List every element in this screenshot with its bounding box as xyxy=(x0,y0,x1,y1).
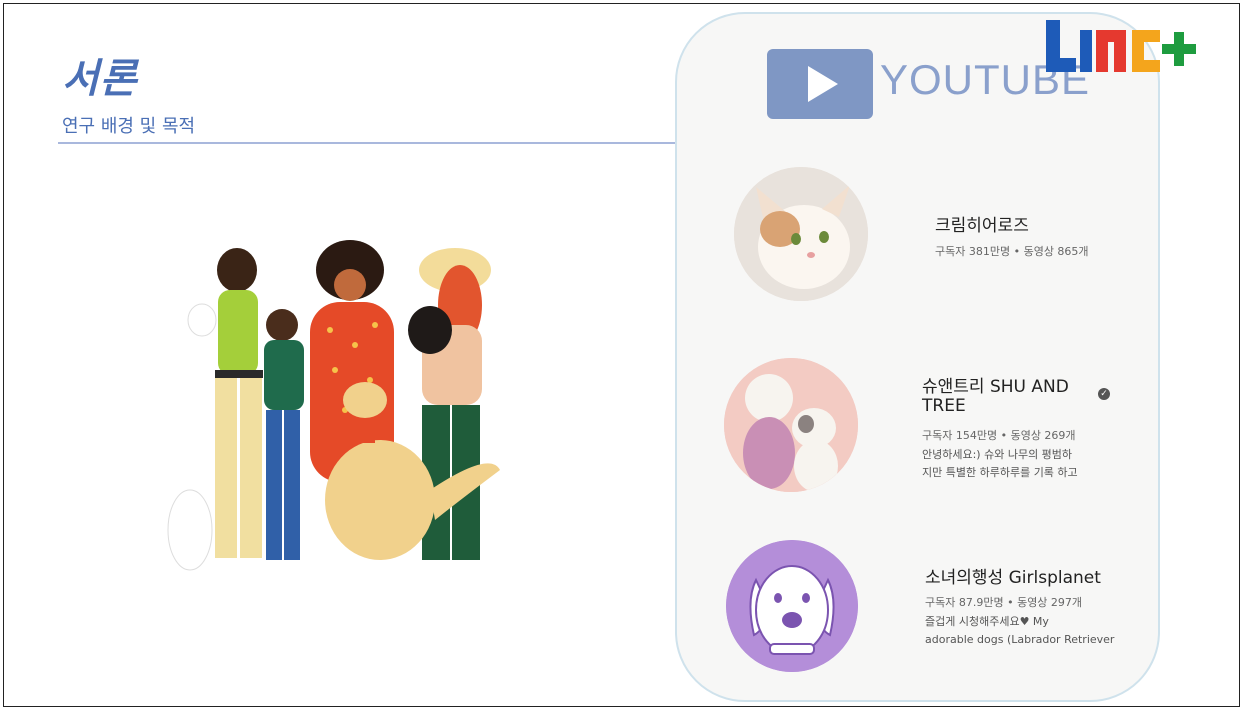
channel-description: 지만 특별한 하루하루를 기록 하고 xyxy=(922,466,1078,479)
channel-avatar-cat[interactable] xyxy=(734,167,868,301)
channel-name[interactable]: 소녀의행성 Girlsplanet xyxy=(925,563,1101,588)
channel-avatar-labrador[interactable] xyxy=(726,540,858,672)
dogs-icon xyxy=(724,358,858,492)
channel-description: adorable dogs (Labrador Retriever xyxy=(925,633,1115,646)
cat-icon xyxy=(734,167,868,301)
linc-plus-logo xyxy=(1046,20,1196,72)
slide-title: 서론 xyxy=(62,56,138,102)
play-icon xyxy=(808,66,838,102)
channel-description: 안녕하세요:) 슈와 나무의 평범하 xyxy=(922,448,1073,461)
title-divider xyxy=(58,142,698,144)
labrador-icon xyxy=(726,540,858,672)
channel-meta: 구독자 87.9만명 • 동영상 297개 xyxy=(925,596,1083,609)
channel-name[interactable]: 크림히어로즈 xyxy=(935,211,1029,236)
slide-subtitle: 연구 배경 및 목적 xyxy=(62,116,196,137)
channel-meta: 구독자 381만명 • 동영상 865개 xyxy=(935,245,1089,258)
channel-meta: 구독자 154만명 • 동영상 269개 xyxy=(922,429,1076,442)
people-with-pets-illustration xyxy=(167,240,500,571)
person-boy xyxy=(264,309,304,560)
channel-name[interactable]: 슈앤트리 SHU AND xyxy=(922,372,1069,397)
channel-avatar-dogs[interactable] xyxy=(724,358,858,492)
youtube-play-logo xyxy=(767,49,873,119)
verified-check-icon: ✓ xyxy=(1098,388,1110,400)
channel-description: 즐겁게 시청해주세요♥ My xyxy=(925,615,1049,628)
channel-name-continued[interactable]: TREE xyxy=(922,396,966,416)
